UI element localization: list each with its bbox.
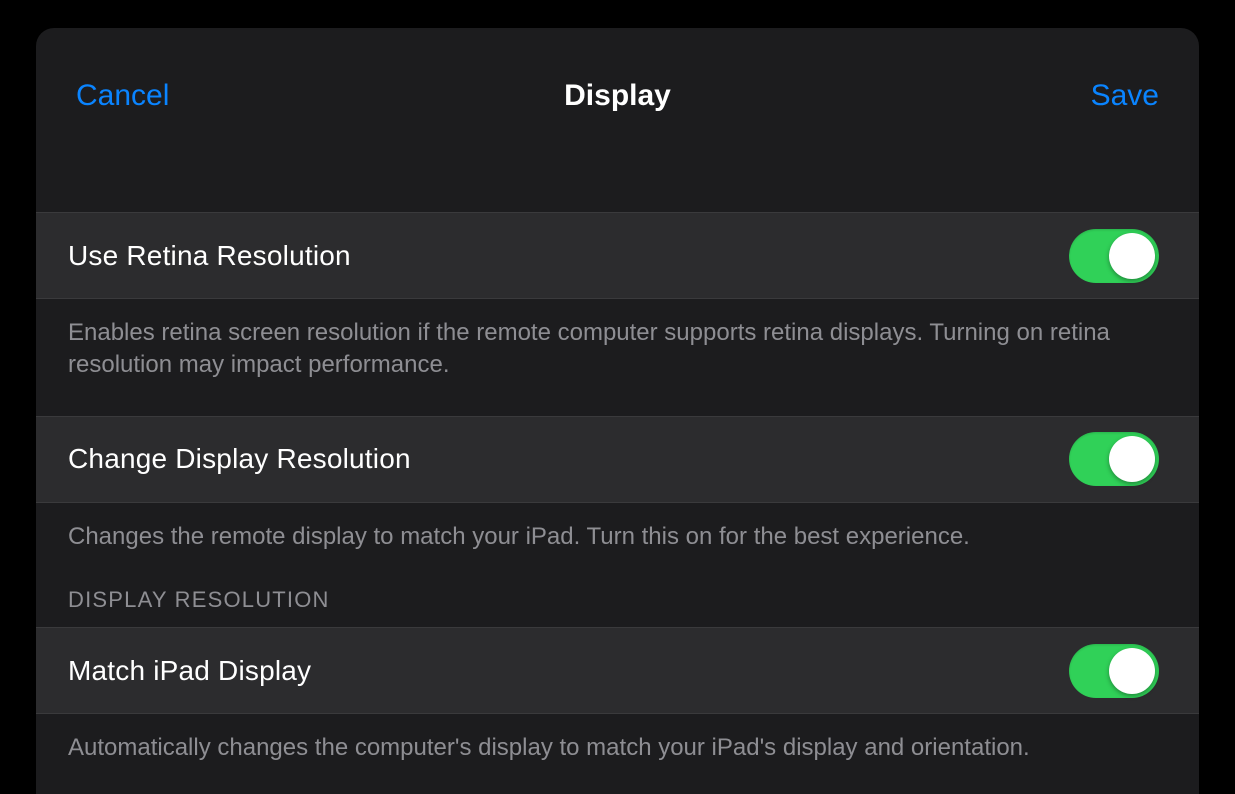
row-label-use-retina: Use Retina Resolution bbox=[68, 240, 351, 272]
toggle-knob bbox=[1109, 233, 1155, 279]
row-match-ipad: Match iPad Display bbox=[36, 627, 1199, 714]
footer-use-retina: Enables retina screen resolution if the … bbox=[36, 299, 1199, 416]
row-use-retina: Use Retina Resolution bbox=[36, 212, 1199, 299]
cancel-button[interactable]: Cancel bbox=[76, 79, 169, 113]
sheet-header: Cancel Display Save bbox=[36, 28, 1199, 136]
title-text: Display bbox=[564, 79, 671, 112]
page-title: Display bbox=[36, 79, 1199, 113]
footer-change-resolution: Changes the remote display to match your… bbox=[36, 503, 1199, 587]
row-label-match-ipad: Match iPad Display bbox=[68, 655, 311, 687]
toggle-change-resolution[interactable] bbox=[1069, 432, 1159, 486]
toggle-knob bbox=[1109, 648, 1155, 694]
row-label-change-resolution: Change Display Resolution bbox=[68, 443, 411, 475]
toggle-match-ipad[interactable] bbox=[1069, 644, 1159, 698]
save-button[interactable]: Save bbox=[1091, 79, 1159, 113]
row-change-resolution: Change Display Resolution bbox=[36, 416, 1199, 503]
settings-sheet: Cancel Display Save Use Retina Resolutio… bbox=[36, 28, 1199, 794]
section-header-display-resolution: DISPLAY RESOLUTION bbox=[36, 587, 1199, 627]
toggle-knob bbox=[1109, 436, 1155, 482]
footer-match-ipad: Automatically changes the computer's dis… bbox=[36, 714, 1199, 794]
toggle-use-retina[interactable] bbox=[1069, 229, 1159, 283]
sheet-body: Use Retina Resolution Enables retina scr… bbox=[36, 136, 1199, 794]
